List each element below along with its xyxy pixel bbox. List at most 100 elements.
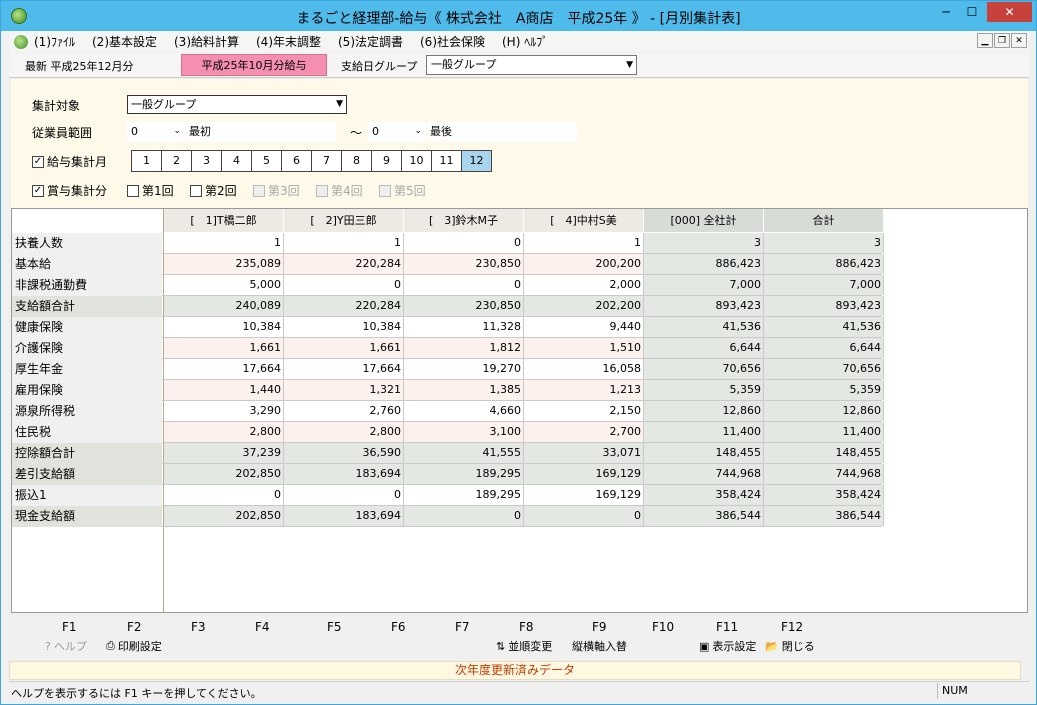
close-button[interactable]: ✕ [987,2,1032,22]
table-cell[interactable]: 235,089 [164,254,284,274]
help-action[interactable]: ? ヘルプ [45,638,87,654]
table-cell[interactable]: 2,800 [164,422,284,442]
from-code-select[interactable]: 0 ⌄ [127,122,185,142]
table-cell[interactable]: 3,100 [404,422,524,442]
menu-year-end[interactable]: (4)年末調整 [256,33,321,50]
display-settings-action[interactable]: ▣ 表示設定 [699,638,756,654]
month-button-11[interactable]: 11 [431,150,462,172]
table-cell[interactable]: 5,359 [764,380,884,400]
table-cell[interactable]: 1,385 [404,380,524,400]
table-row[interactable]: 支給額合計 240,089 220,284 230,850 202,200 893,423… [12,296,884,317]
table-cell[interactable]: 202,200 [524,296,644,316]
table-cell[interactable]: 744,968 [764,464,884,484]
table-cell[interactable]: 240,089 [164,296,284,316]
table-cell[interactable]: 3,290 [164,401,284,421]
table-cell[interactable]: 2,760 [284,401,404,421]
table-cell[interactable]: 220,284 [284,254,404,274]
table-cell[interactable]: 7,000 [764,275,884,295]
column-header[interactable]: [000] 全社計 [644,209,764,232]
print-settings-action[interactable]: ⎙ 印刷設定 [106,638,162,654]
table-cell[interactable]: 2,000 [524,275,644,295]
fkey-f8[interactable]: F8 [519,620,534,634]
month-button-5[interactable]: 5 [251,150,282,172]
fkey-f10[interactable]: F10 [652,620,674,634]
to-name-field[interactable]: 最後 [427,122,577,142]
table-cell[interactable]: 893,423 [644,296,764,316]
menu-help[interactable]: (H) ﾍﾙﾌﾟ [502,33,548,50]
table-cell[interactable]: 3 [764,233,884,253]
column-header[interactable]: [ 4]中村S美 [524,209,644,232]
month-button-2[interactable]: 2 [161,150,192,172]
month-button-12[interactable]: 12 [461,150,492,172]
table-cell[interactable]: 886,423 [764,254,884,274]
column-header[interactable]: 合計 [764,209,884,232]
column-header[interactable]: [ 1]T橋二郎 [164,209,284,232]
table-cell[interactable]: 4,660 [404,401,524,421]
mdi-close-button[interactable]: ✕ [1011,33,1027,48]
column-header[interactable]: [ 2]Y田三郎 [284,209,404,232]
table-cell[interactable]: 33,071 [524,443,644,463]
table-cell[interactable]: 886,423 [644,254,764,274]
table-cell[interactable]: 5,000 [164,275,284,295]
table-cell[interactable]: 19,270 [404,359,524,379]
sort-order-action[interactable]: ⇅ 並順変更 [496,638,552,654]
month-button-6[interactable]: 6 [281,150,312,172]
swap-axis-action[interactable]: 縦横軸入替 [572,638,627,654]
table-cell[interactable]: 0 [404,233,524,253]
table-cell[interactable]: 169,129 [524,464,644,484]
table-cell[interactable]: 11,400 [644,422,764,442]
table-cell[interactable]: 183,694 [284,506,404,526]
table-cell[interactable]: 10,384 [284,317,404,337]
fkey-f9[interactable]: F9 [592,620,607,634]
app-menu-icon[interactable] [14,34,28,49]
table-cell[interactable]: 7,000 [644,275,764,295]
table-cell[interactable]: 6,644 [644,338,764,358]
table-cell[interactable]: 0 [164,485,284,505]
fkey-f7[interactable]: F7 [455,620,470,634]
table-cell[interactable]: 202,850 [164,464,284,484]
table-cell[interactable]: 12,860 [764,401,884,421]
month-button-8[interactable]: 8 [341,150,372,172]
month-button-3[interactable]: 3 [191,150,222,172]
column-header[interactable]: [ 3]鈴木M子 [404,209,524,232]
table-cell[interactable]: 41,536 [764,317,884,337]
menu-social-insurance[interactable]: (6)社会保険 [420,33,485,50]
table-cell[interactable]: 189,295 [404,485,524,505]
table-cell[interactable]: 0 [404,506,524,526]
pay-group-select[interactable]: 一般グループ ▼ [426,55,637,75]
table-cell[interactable]: 1,510 [524,338,644,358]
table-row[interactable]: 厚生年金 17,664 17,664 19,270 16,058 70,656 70,656 [12,359,884,380]
to-code-select[interactable]: 0 ⌄ [368,122,426,142]
table-cell[interactable]: 2,700 [524,422,644,442]
fkey-f1[interactable]: F1 [62,620,77,634]
table-row[interactable]: 振込1 0 0 189,295 169,129 358,424 358,424 [12,485,884,506]
table-cell[interactable]: 41,536 [644,317,764,337]
table-cell[interactable]: 1 [164,233,284,253]
table-cell[interactable]: 2,150 [524,401,644,421]
close-action[interactable]: 📂 閉じる [765,638,815,654]
mdi-restore-button[interactable]: ❐ [994,33,1010,48]
table-cell[interactable]: 200,200 [524,254,644,274]
table-cell[interactable]: 1,321 [284,380,404,400]
table-row[interactable]: 非課税通勤費 5,000 0 0 2,000 7,000 7,000 [12,275,884,296]
bonus-round-checkbox-2[interactable]: 第2回 [190,182,237,199]
table-row[interactable]: 控除額合計 37,239 36,590 41,555 33,071 148,455 148,… [12,443,884,464]
table-cell[interactable]: 0 [404,275,524,295]
table-cell[interactable]: 1,661 [284,338,404,358]
table-cell[interactable]: 358,424 [644,485,764,505]
table-cell[interactable]: 189,295 [404,464,524,484]
fkey-f5[interactable]: F5 [327,620,342,634]
table-row[interactable]: 現金支給額 202,850 183,694 0 0 386,544 386,544 [12,506,884,527]
table-cell[interactable]: 230,850 [404,254,524,274]
table-cell[interactable]: 1,440 [164,380,284,400]
table-cell[interactable]: 1,812 [404,338,524,358]
table-cell[interactable]: 744,968 [644,464,764,484]
month-button-9[interactable]: 9 [371,150,402,172]
table-cell[interactable]: 1 [284,233,404,253]
table-row[interactable]: 差引支給額 202,850 183,694 189,295 169,129 744,968… [12,464,884,485]
table-cell[interactable]: 17,664 [164,359,284,379]
table-cell[interactable]: 5,359 [644,380,764,400]
table-cell[interactable]: 17,664 [284,359,404,379]
table-cell[interactable]: 1 [524,233,644,253]
table-row[interactable]: 基本給 235,089 220,284 230,850 200,200 886,423 88… [12,254,884,275]
